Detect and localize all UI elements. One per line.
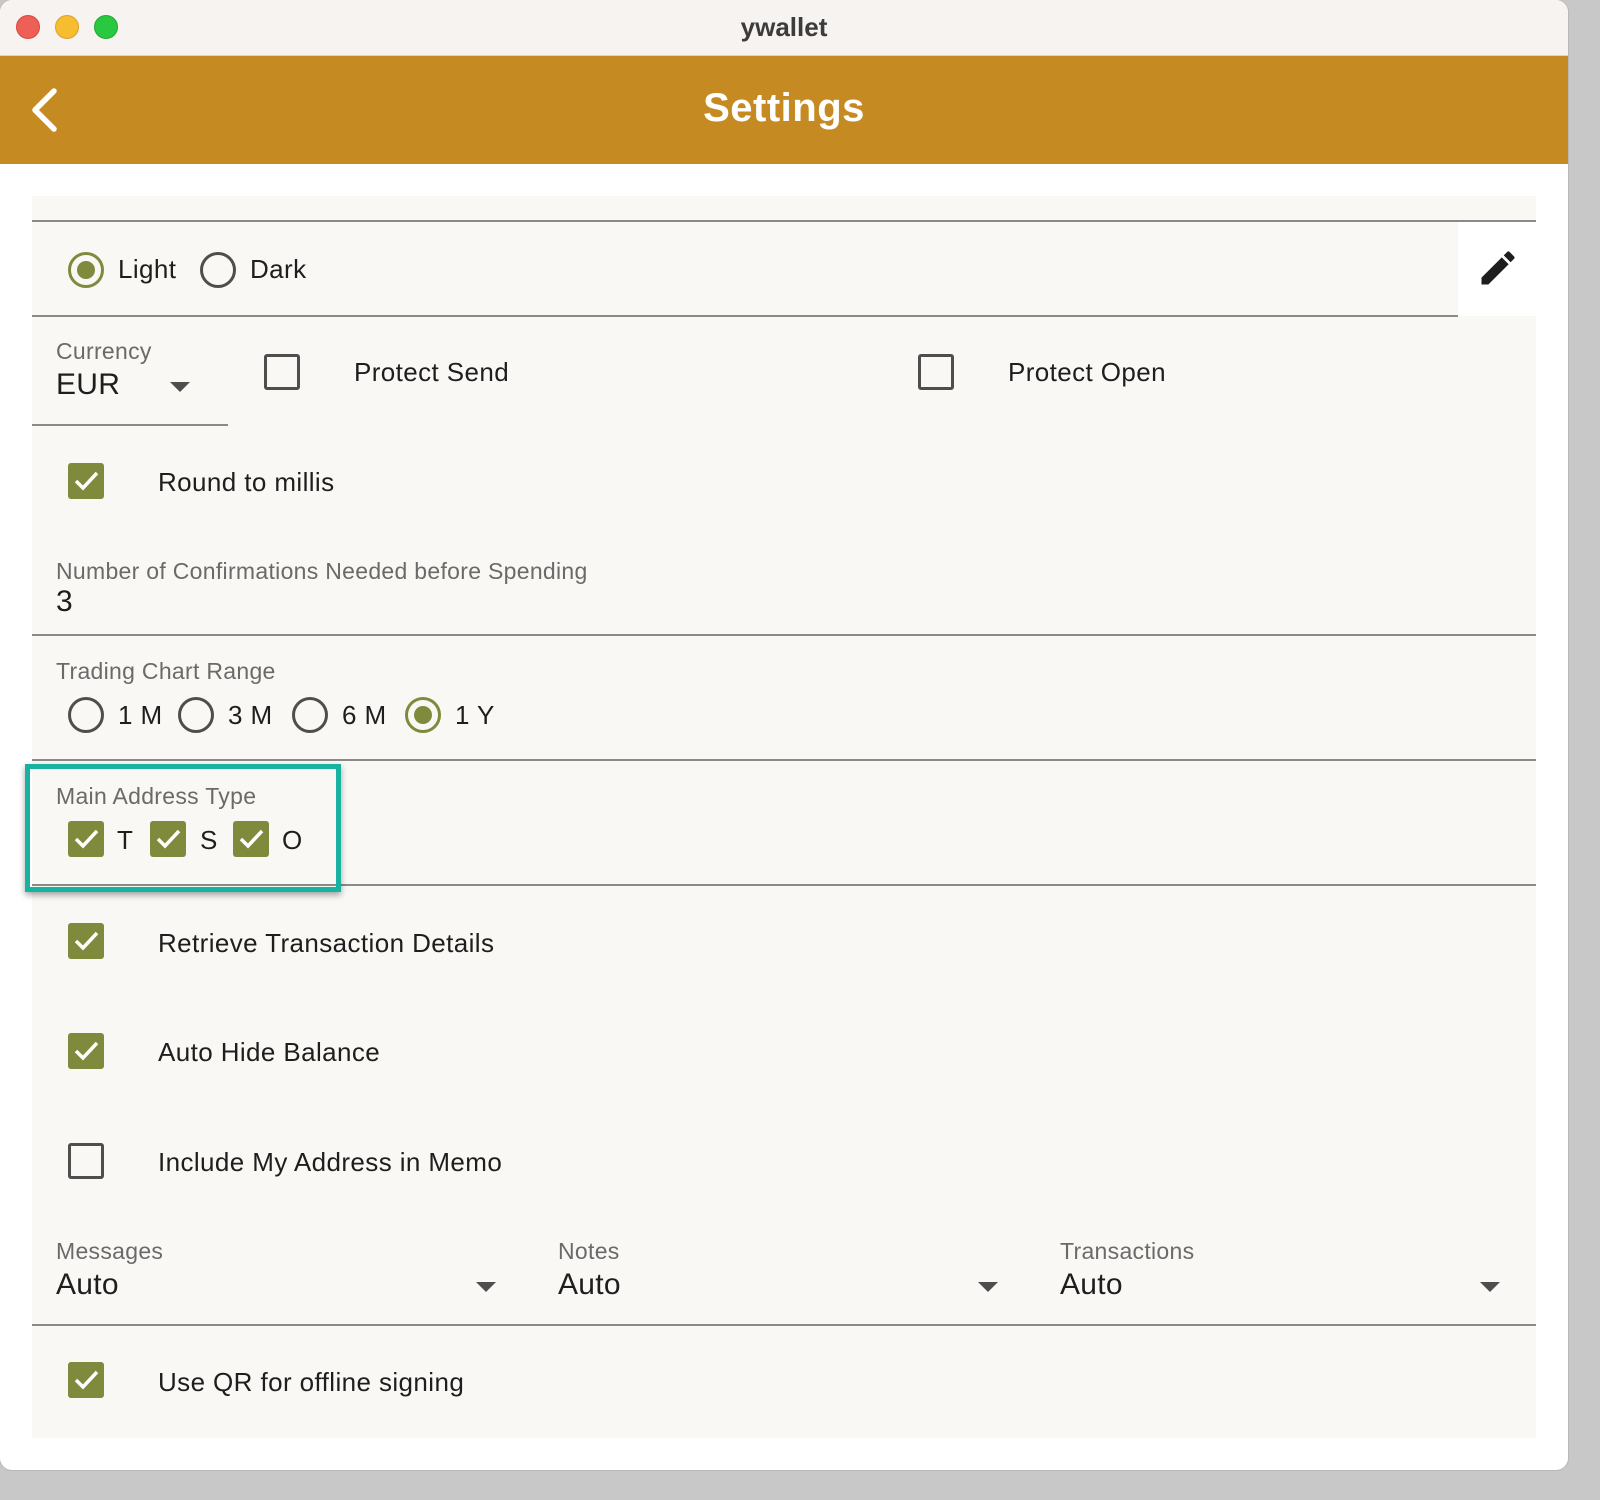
transactions-dropdown[interactable]: Auto — [1036, 1230, 1516, 1324]
chart-range-3m-radio[interactable] — [178, 697, 214, 733]
pencil-icon — [1481, 251, 1515, 285]
currency-underline — [32, 424, 228, 426]
protect-send-checkbox[interactable] — [264, 354, 300, 390]
dropdown-caret-icon — [1480, 1282, 1500, 1292]
page-title: Settings — [703, 86, 865, 130]
window-title: ywallet — [740, 12, 828, 42]
qr-offline-signing-checkbox[interactable] — [68, 1362, 104, 1398]
edit-theme-button[interactable] — [1476, 246, 1520, 290]
protect-send-label: Protect Send — [354, 357, 510, 387]
divider — [32, 634, 1536, 636]
messages-value: Auto — [56, 1268, 119, 1301]
currency-value: EUR — [56, 368, 121, 401]
dropdown-caret-icon — [476, 1282, 496, 1292]
chart-range-1y-radio[interactable] — [405, 697, 441, 733]
chart-range-label: Trading Chart Range — [56, 658, 276, 684]
include-address-memo-label: Include My Address in Memo — [158, 1147, 503, 1177]
chart-range-3m-label: 3 M — [228, 700, 273, 730]
theme-light-radio[interactable] — [68, 252, 104, 288]
divider — [32, 315, 1458, 317]
divider — [32, 1324, 1536, 1326]
retrieve-tx-details-checkbox[interactable] — [68, 923, 104, 959]
currency-dropdown[interactable]: EUR — [32, 330, 228, 426]
check-icon — [74, 471, 99, 491]
confirmations-label: Number of Confirmations Needed before Sp… — [56, 558, 588, 584]
chart-range-6m-label: 6 M — [342, 700, 387, 730]
highlight-box — [25, 764, 341, 892]
protect-open-label: Protect Open — [1008, 357, 1166, 387]
chart-range-6m-radio[interactable] — [292, 697, 328, 733]
notes-dropdown[interactable]: Auto — [534, 1230, 1014, 1324]
transactions-value: Auto — [1060, 1268, 1123, 1301]
app-window: ywallet Settings Light Dark Currency EUR… — [0, 0, 1568, 1470]
theme-dark-label: Dark — [250, 254, 307, 284]
messages-dropdown[interactable]: Auto — [32, 1230, 512, 1324]
chart-range-1m-radio[interactable] — [68, 697, 104, 733]
auto-hide-balance-label: Auto Hide Balance — [158, 1037, 381, 1067]
dropdown-caret-icon — [170, 382, 190, 392]
theme-selector — [32, 222, 1458, 316]
chart-range-1y-label: 1 Y — [455, 700, 495, 730]
app-bar: Settings — [0, 56, 1568, 164]
divider — [32, 759, 1536, 761]
theme-dark-radio[interactable] — [200, 252, 236, 288]
include-address-memo-checkbox[interactable] — [68, 1143, 104, 1179]
confirmations-input[interactable]: 3 — [56, 585, 73, 619]
qr-offline-signing-label: Use QR for offline signing — [158, 1367, 465, 1397]
theme-light-label: Light — [118, 254, 177, 284]
round-to-millis-label: Round to millis — [158, 467, 335, 497]
dropdown-caret-icon — [978, 1282, 998, 1292]
check-icon — [74, 931, 99, 951]
window-titlebar: ywallet — [0, 0, 1568, 56]
notes-value: Auto — [558, 1268, 621, 1301]
chart-range-1m-label: 1 M — [118, 700, 163, 730]
check-icon — [74, 1041, 99, 1061]
auto-hide-balance-checkbox[interactable] — [68, 1033, 104, 1069]
retrieve-tx-details-label: Retrieve Transaction Details — [158, 928, 495, 958]
round-to-millis-checkbox[interactable] — [68, 463, 104, 499]
check-icon — [74, 1370, 99, 1390]
protect-open-checkbox[interactable] — [918, 354, 954, 390]
